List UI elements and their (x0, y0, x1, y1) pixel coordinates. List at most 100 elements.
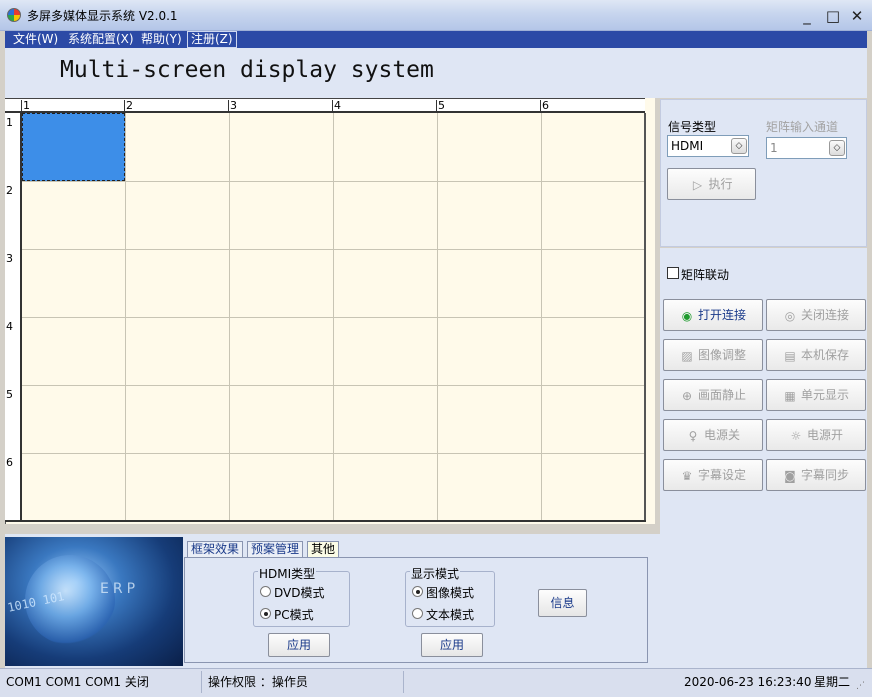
grid-line (22, 249, 644, 250)
image-mode-radio[interactable] (412, 586, 423, 597)
menu-system-config[interactable]: 系统配置(X) (65, 31, 137, 48)
tab-other[interactable]: 其他 (307, 541, 340, 558)
column-label: 2 (124, 99, 133, 113)
bulb-off-icon: ♀ (688, 428, 698, 443)
dvd-mode-label: DVD模式 (274, 586, 325, 600)
local-save-label: 本机保存 (800, 348, 849, 362)
unit-display-button[interactable]: ▦ 单元显示 (766, 379, 866, 411)
subtitle-settings-label: 字幕设定 (697, 468, 746, 482)
lock-icon: ⊕ (681, 388, 693, 403)
open-connection-button[interactable]: ◉ 打开连接 (663, 299, 763, 331)
matrix-link-label: 矩阵联动 (681, 268, 730, 282)
grid-icon: ▦ (784, 388, 796, 403)
menu-help[interactable]: 帮助(Y) (138, 31, 185, 48)
connect-icon: ◉ (681, 308, 693, 323)
tab-content-other: HDMI类型 DVD模式 PC模式 应用 显示模式 图像模式 文本模式 应用 信… (184, 557, 648, 663)
save-icon: ▤ (784, 348, 796, 363)
signal-type-value: HDMI (671, 139, 704, 153)
signal-type-select[interactable]: HDMI ◇ (667, 135, 749, 157)
menu-file[interactable]: 文件(W) (10, 31, 61, 48)
power-off-label: 电源关 (703, 428, 740, 442)
column-label: 4 (332, 99, 341, 113)
sync-icon: ◙ (784, 468, 796, 483)
grid-border (5, 520, 646, 522)
grid-column-header: 1 2 3 4 5 6 (5, 98, 645, 113)
local-save-button[interactable]: ▤ 本机保存 (766, 339, 866, 371)
row-label: 6 (6, 456, 13, 469)
row-label: 3 (6, 252, 13, 265)
text-mode-radio[interactable] (412, 608, 423, 619)
system-title: Multi-screen display system (60, 57, 434, 83)
crown-icon: ♛ (681, 468, 693, 483)
banner-image: 1010 101 ERP (5, 537, 183, 666)
menu-register[interactable]: 注册(Z) (187, 31, 237, 48)
image-adjust-button[interactable]: ▨ 图像调整 (663, 339, 763, 371)
window-title: 多屏多媒体显示系统 V2.0.1 (27, 9, 178, 23)
status-weekday: 星期二 (814, 675, 851, 689)
image-mode-label: 图像模式 (426, 586, 475, 600)
close-connection-button[interactable]: ◎ 关闭连接 (766, 299, 866, 331)
tab-frame-effect[interactable]: 框架效果 (187, 541, 244, 558)
grid-line (22, 453, 644, 454)
menu-bar: 文件(W) 系统配置(X) 帮助(Y) 注册(Z) (5, 31, 867, 48)
power-on-label: 电源开 (806, 428, 843, 442)
row-label: 2 (6, 184, 13, 197)
signal-panel: 信号类型 矩阵输入通道 HDMI ◇ 1 ◇ ▷ 执行 (660, 99, 867, 247)
subtitle-settings-button[interactable]: ♛ 字幕设定 (663, 459, 763, 491)
matrix-link-checkbox[interactable] (667, 267, 679, 279)
open-connection-label: 打开连接 (697, 308, 746, 322)
chevron-down-icon[interactable]: ◇ (829, 140, 845, 156)
subtitle-sync-label: 字幕同步 (800, 468, 849, 482)
resize-grip-icon[interactable]: ⋰ (856, 681, 865, 691)
matrix-channel-select[interactable]: 1 ◇ (766, 137, 847, 159)
text-mode-label: 文本模式 (426, 608, 475, 622)
matrix-channel-value: 1 (770, 141, 778, 155)
play-icon: ▷ (692, 177, 703, 192)
close-button[interactable]: ✕ (845, 6, 869, 26)
info-button[interactable]: 信息 (538, 589, 587, 617)
status-empty (406, 671, 676, 693)
control-panel: 矩阵联动 ◉ 打开连接 ◎ 关闭连接 ▨ 图像调整 ▤ 本机保存 ⊕ 画面静止 ▦ 单元显示… (660, 248, 867, 534)
dvd-mode-radio[interactable] (260, 586, 271, 597)
image-adjust-label: 图像调整 (697, 348, 746, 362)
freeze-screen-label: 画面静止 (697, 388, 746, 402)
power-off-button[interactable]: ♀ 电源关 (663, 419, 763, 451)
column-label: 3 (228, 99, 237, 113)
hdmi-apply-button[interactable]: 应用 (268, 633, 330, 657)
display-mode-title: 显示模式 (410, 565, 461, 582)
row-label: 1 (6, 116, 13, 129)
matrix-channel-label: 矩阵输入通道 (766, 120, 839, 134)
display-apply-button[interactable]: 应用 (421, 633, 483, 657)
status-datetime: 2020-06-23 16:23:40 (684, 675, 812, 689)
status-permission: 操作权限 ：操作员 (204, 671, 404, 693)
header-banner: Multi-screen display system (5, 48, 867, 98)
app-icon (7, 8, 21, 22)
maximize-button[interactable]: □ (821, 6, 845, 26)
column-label: 6 (540, 99, 549, 113)
execute-label: 执行 (708, 177, 733, 191)
execute-button[interactable]: ▷ 执行 (667, 168, 756, 200)
bulb-on-icon: ☼ (790, 428, 802, 443)
status-ports: COM1 COM1 COM1 关闭 (2, 671, 202, 693)
column-label: 5 (436, 99, 445, 113)
banner-erp-text: ERP (100, 581, 140, 597)
chevron-down-icon[interactable]: ◇ (731, 138, 747, 154)
grid-row-header: 1 2 3 4 5 6 (5, 113, 22, 522)
power-on-button[interactable]: ☼ 电源开 (766, 419, 866, 451)
pc-mode-radio[interactable] (260, 608, 271, 619)
hdmi-type-title: HDMI类型 (258, 565, 317, 582)
minimize-button[interactable]: _ (795, 6, 819, 26)
grid-cell-selected[interactable] (22, 113, 125, 181)
status-bar: COM1 COM1 COM1 关闭 操作权限 ：操作员 2020-06-23 1… (0, 668, 872, 697)
tab-plan-management[interactable]: 预案管理 (247, 541, 304, 558)
unit-display-label: 单元显示 (800, 388, 849, 402)
freeze-screen-button[interactable]: ⊕ 画面静止 (663, 379, 763, 411)
grid-line (22, 181, 644, 182)
grid-line (22, 317, 644, 318)
disconnect-icon: ◎ (784, 308, 796, 323)
subtitle-sync-button[interactable]: ◙ 字幕同步 (766, 459, 866, 491)
grid-border (644, 113, 646, 522)
title-bar: 多屏多媒体显示系统 V2.0.1 _ □ ✕ (0, 0, 872, 31)
row-label: 5 (6, 388, 13, 401)
grid-line (22, 385, 644, 386)
